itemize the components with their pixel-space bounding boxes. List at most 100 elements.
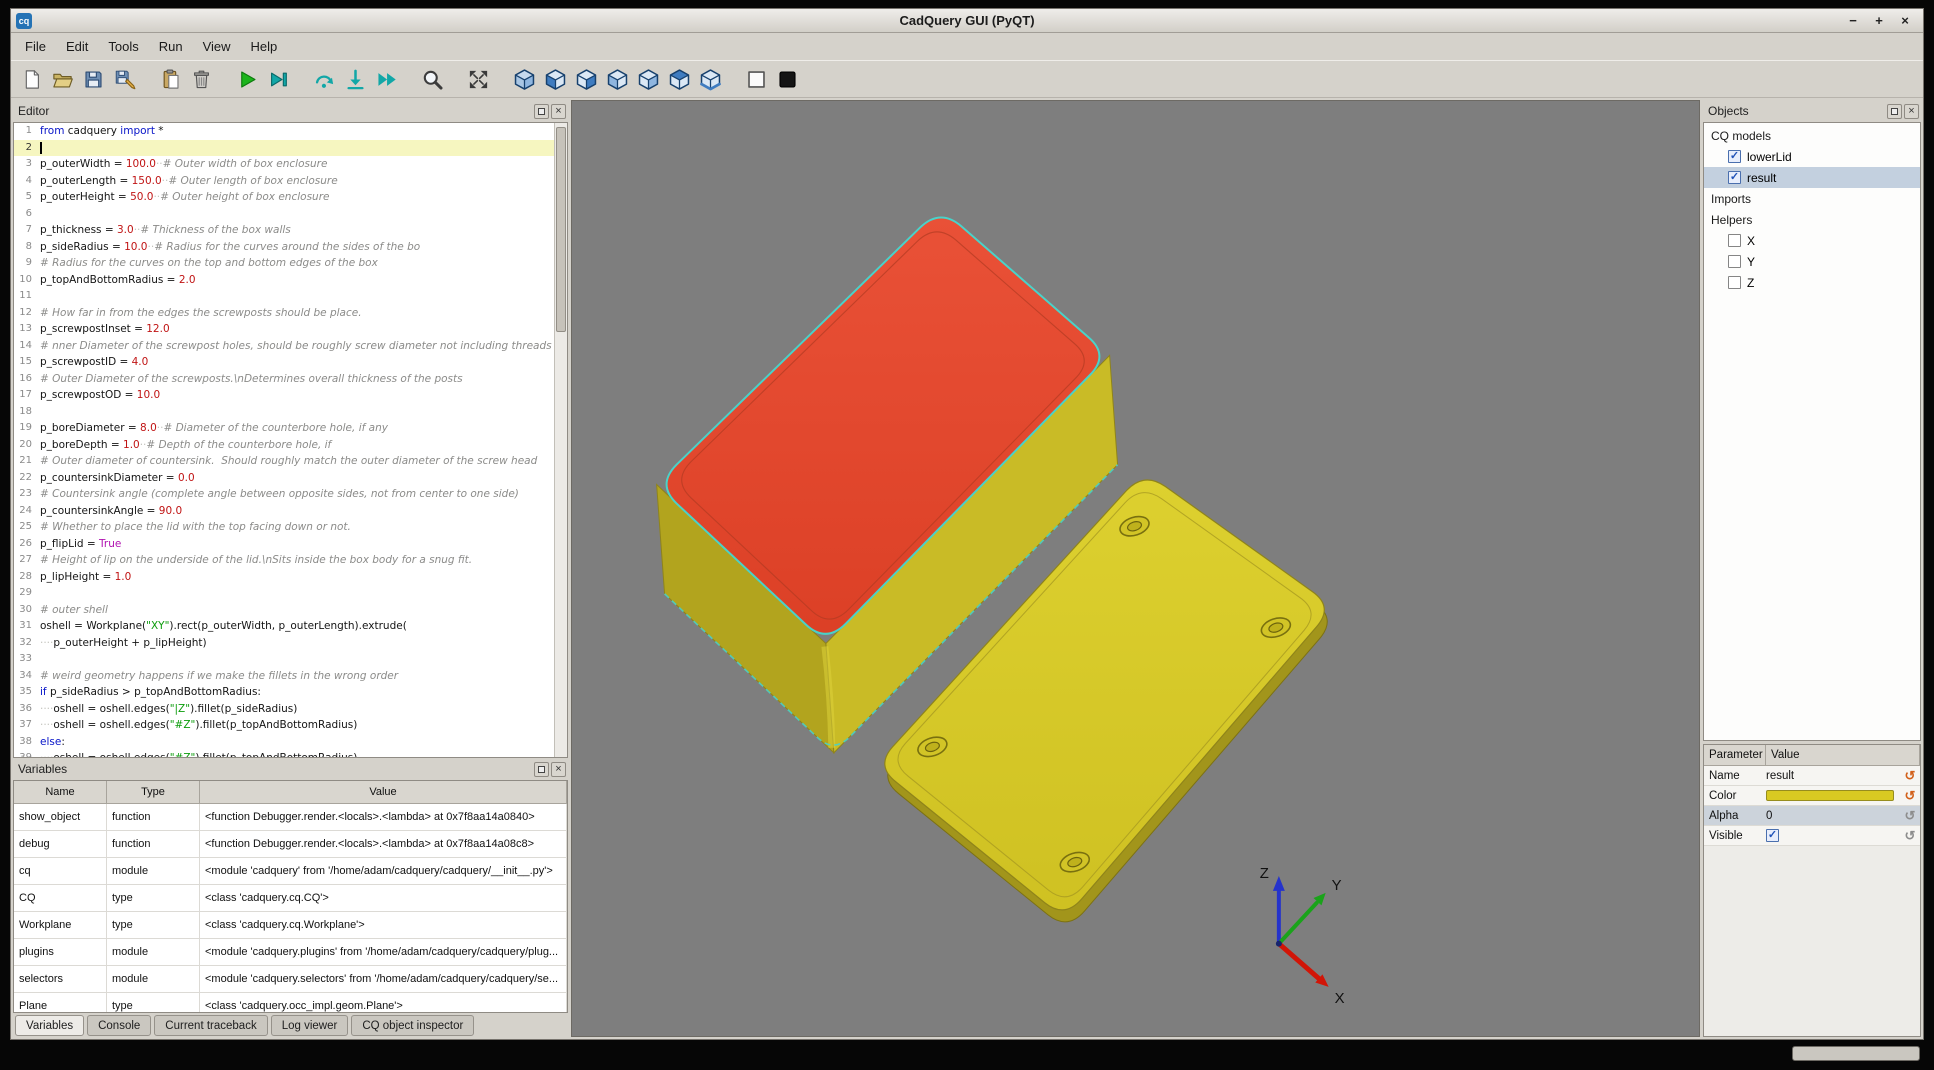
view-top-button[interactable]	[665, 65, 693, 93]
color-swatch[interactable]	[1766, 790, 1894, 801]
step-into-button[interactable]	[341, 65, 369, 93]
code-line: 25# Whether to place the lid with the to…	[14, 519, 567, 536]
table-row[interactable]: show_objectfunction<function Debugger.re…	[14, 804, 567, 831]
axis-y-label: Y	[1332, 878, 1342, 894]
shaded-button[interactable]	[773, 65, 801, 93]
menu-help[interactable]: Help	[241, 35, 288, 58]
tab-cq-object-inspector[interactable]: CQ object inspector	[351, 1015, 474, 1036]
viewport-3d[interactable]: Z Y X	[571, 100, 1700, 1037]
tree-item-z[interactable]: Z	[1704, 272, 1920, 293]
checkbox[interactable]: ✓	[1766, 829, 1779, 842]
table-row[interactable]: selectorsmodule<module 'cadquery.selecto…	[14, 966, 567, 993]
menu-tools[interactable]: Tools	[98, 35, 148, 58]
table-row[interactable]: Workplanetype<class 'cadquery.cq.Workpla…	[14, 912, 567, 939]
param-value[interactable]: 0	[1766, 810, 1900, 822]
tree-group-cq-models[interactable]: CQ models	[1704, 125, 1920, 146]
save-as-button[interactable]	[110, 65, 138, 93]
step-over-button[interactable]	[310, 65, 338, 93]
tree-item-y[interactable]: Y	[1704, 251, 1920, 272]
checkbox[interactable]	[1728, 276, 1741, 289]
tab-current-traceback[interactable]: Current traceback	[154, 1015, 267, 1036]
editor-panel-title: Editor	[18, 104, 49, 118]
code-line: 39····oshell = oshell.edges("#Z").fillet…	[14, 750, 567, 758]
line-number: 3	[14, 156, 40, 173]
reset-button[interactable]: ↺	[1900, 828, 1920, 844]
code-line: 38else:	[14, 734, 567, 751]
close-icon: ×	[555, 764, 561, 775]
tab-console[interactable]: Console	[87, 1015, 151, 1036]
tree-item-x[interactable]: X	[1704, 230, 1920, 251]
param-value[interactable]: ✓	[1766, 829, 1900, 842]
objects-float-button[interactable]	[1887, 104, 1902, 119]
reset-button[interactable]: ↺	[1900, 788, 1920, 804]
reset-button[interactable]: ↺	[1900, 808, 1920, 824]
delete-button[interactable]	[187, 65, 215, 93]
objects-close-button[interactable]: ×	[1904, 104, 1919, 119]
checkbox[interactable]: ✓	[1728, 171, 1741, 184]
cell: cq	[14, 858, 107, 884]
view-right-button[interactable]	[634, 65, 662, 93]
view-back-button[interactable]	[572, 65, 600, 93]
open-file-button[interactable]	[48, 65, 76, 93]
zoom-button[interactable]	[418, 65, 446, 93]
view-front-button[interactable]	[541, 65, 569, 93]
tree-group-helpers[interactable]: Helpers	[1704, 209, 1920, 230]
code-line: 28p_lipHeight = 1.0	[14, 569, 567, 586]
run-button[interactable]	[233, 65, 261, 93]
code-line: 22p_countersinkDiameter = 0.0	[14, 470, 567, 487]
toolbar-separator	[403, 65, 415, 93]
line-number: 37	[14, 717, 40, 734]
tree-group-imports[interactable]: Imports	[1704, 188, 1920, 209]
view-left-button[interactable]	[603, 65, 631, 93]
column-header-type: Type	[107, 781, 200, 803]
line-number: 20	[14, 437, 40, 454]
line-number: 29	[14, 585, 40, 602]
save-button[interactable]	[79, 65, 107, 93]
variables-float-button[interactable]	[534, 762, 549, 777]
continue-button[interactable]	[372, 65, 400, 93]
tree-item-result[interactable]: ✓result	[1704, 167, 1920, 188]
checkbox[interactable]	[1728, 234, 1741, 247]
new-file-button[interactable]	[17, 65, 45, 93]
table-row[interactable]: Planetype<class 'cadquery.occ_impl.geom.…	[14, 993, 567, 1013]
cell: <function Debugger.render.<locals>.<lamb…	[200, 804, 567, 830]
text-cursor	[40, 142, 42, 154]
line-number: 11	[14, 288, 40, 305]
tab-log-viewer[interactable]: Log viewer	[271, 1015, 349, 1036]
tab-variables[interactable]: Variables	[15, 1015, 84, 1036]
table-row[interactable]: pluginsmodule<module 'cadquery.plugins' …	[14, 939, 567, 966]
param-value[interactable]: result	[1766, 770, 1900, 782]
menu-run[interactable]: Run	[149, 35, 193, 58]
table-row[interactable]: cqmodule<module 'cadquery' from '/home/a…	[14, 858, 567, 885]
close-button[interactable]: ×	[1897, 13, 1913, 29]
checkbox[interactable]	[1728, 255, 1741, 268]
code-editor[interactable]: 1from cadquery import *23p_outerWidth = …	[13, 122, 568, 758]
reset-button[interactable]: ↺	[1900, 768, 1920, 784]
table-row[interactable]: debugfunction<function Debugger.render.<…	[14, 831, 567, 858]
cell: selectors	[14, 966, 107, 992]
line-number: 14	[14, 338, 40, 355]
fit-all-button[interactable]	[464, 65, 492, 93]
scrollbar-thumb[interactable]	[556, 127, 566, 332]
param-value[interactable]	[1766, 790, 1900, 801]
editor-float-button[interactable]	[534, 104, 549, 119]
editor-scrollbar[interactable]	[554, 123, 567, 757]
line-number: 39	[14, 750, 40, 758]
checkbox[interactable]: ✓	[1728, 150, 1741, 163]
maximize-button[interactable]: +	[1871, 13, 1887, 29]
view-front-icon	[544, 68, 567, 91]
debug-button[interactable]	[264, 65, 292, 93]
minimize-button[interactable]: −	[1845, 13, 1861, 29]
editor-close-button[interactable]: ×	[551, 104, 566, 119]
variables-close-button[interactable]: ×	[551, 762, 566, 777]
menu-edit[interactable]: Edit	[56, 35, 98, 58]
view-iso-button[interactable]	[510, 65, 538, 93]
cell: module	[107, 939, 200, 965]
menu-view[interactable]: View	[193, 35, 241, 58]
paste-button[interactable]	[156, 65, 184, 93]
view-bottom-button[interactable]	[696, 65, 724, 93]
tree-item-lowerlid[interactable]: ✓lowerLid	[1704, 146, 1920, 167]
menu-file[interactable]: File	[15, 35, 56, 58]
wireframe-button[interactable]	[742, 65, 770, 93]
table-row[interactable]: CQtype<class 'cadquery.cq.CQ'>	[14, 885, 567, 912]
